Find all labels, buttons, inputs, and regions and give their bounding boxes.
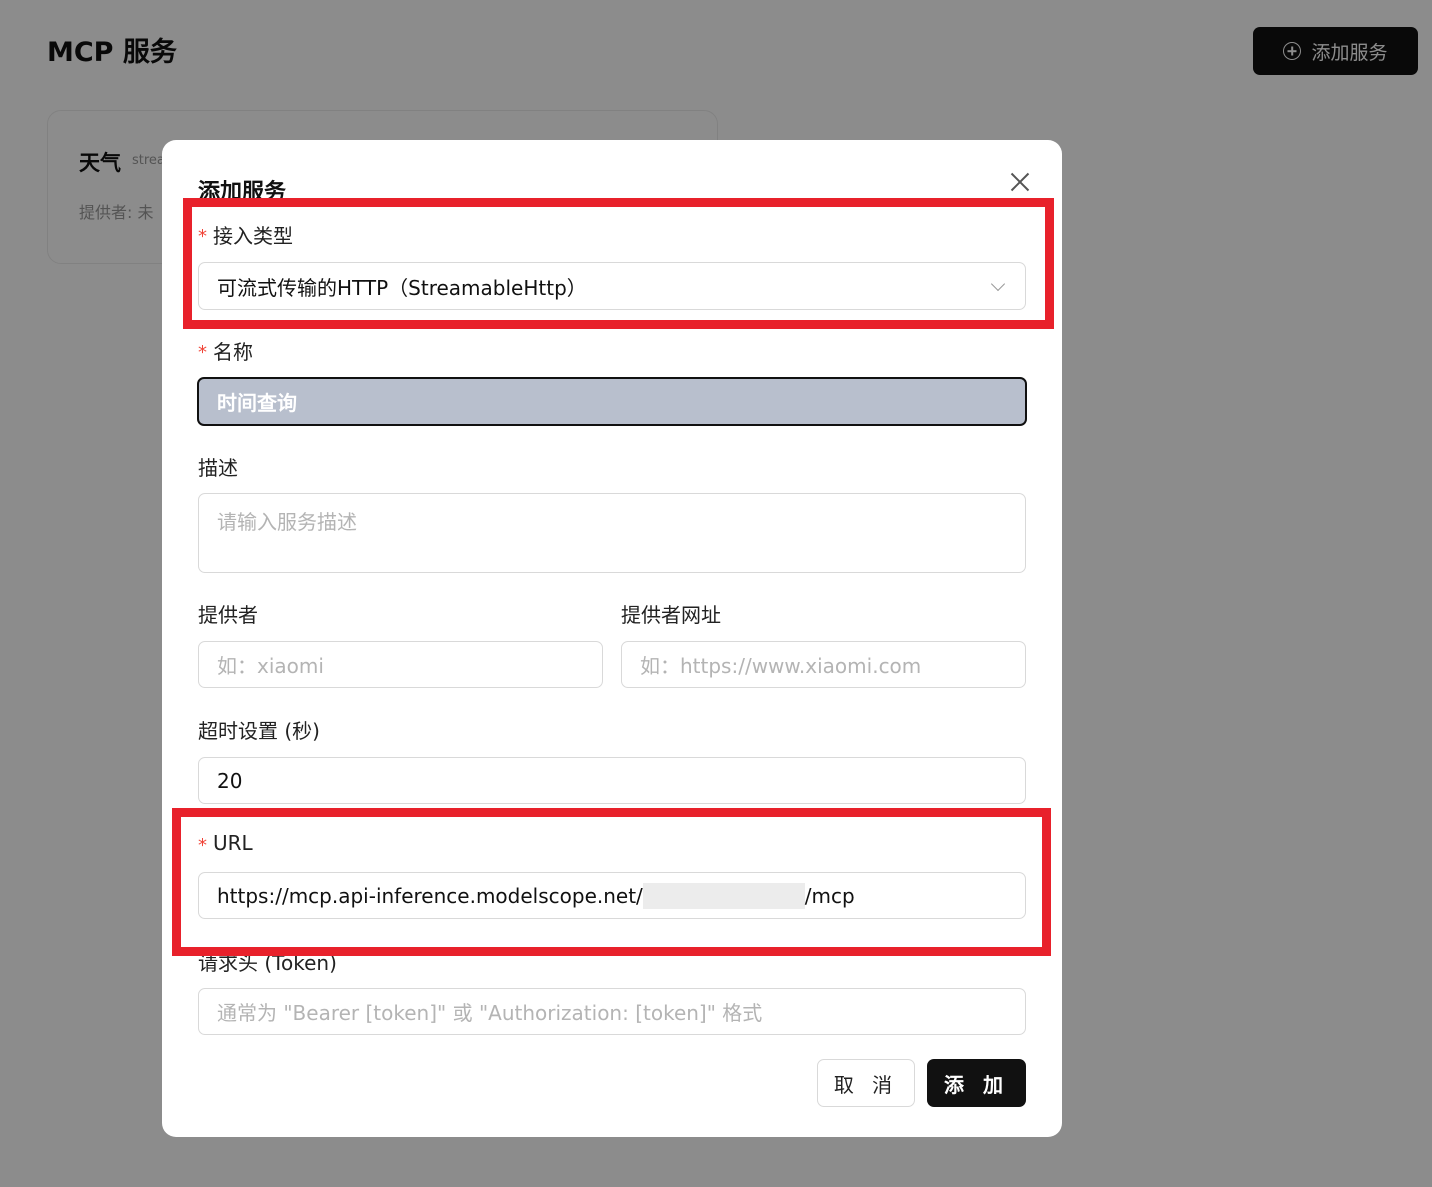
name-field[interactable]: 时间查询 — [197, 377, 1027, 426]
highlight-box-access-type — [183, 198, 1054, 329]
name-value: 时间查询 — [217, 391, 297, 415]
token-placeholder: 通常为 "Bearer [token]" 或 "Authorization: [… — [217, 1001, 763, 1025]
required-mark: * — [198, 342, 207, 363]
token-field[interactable]: 通常为 "Bearer [token]" 或 "Authorization: [… — [198, 988, 1026, 1035]
description-textarea[interactable]: 请输入服务描述 — [198, 493, 1026, 573]
close-icon[interactable] — [1008, 170, 1032, 194]
provider-label: 提供者 — [198, 603, 258, 627]
provider-placeholder: 如：xiaomi — [217, 654, 324, 678]
provider-url-label: 提供者网址 — [621, 603, 721, 627]
page-root: MCP 服务 添加服务 天气 strea 提供者: 未 添加服务 * 接入类型 … — [0, 0, 1432, 1187]
provider-url-field[interactable]: 如：https://www.xiaomi.com — [621, 641, 1026, 688]
name-label: * 名称 — [198, 336, 253, 365]
timeout-label: 超时设置 (秒) — [198, 719, 320, 743]
name-label-text: 名称 — [213, 340, 253, 364]
timeout-value: 20 — [217, 768, 243, 793]
highlight-box-url — [172, 808, 1051, 956]
provider-url-placeholder: 如：https://www.xiaomi.com — [640, 654, 922, 678]
cancel-button[interactable]: 取 消 — [817, 1059, 915, 1107]
description-placeholder: 请输入服务描述 — [217, 510, 357, 534]
provider-field[interactable]: 如：xiaomi — [198, 641, 603, 688]
timeout-field[interactable]: 20 — [198, 757, 1026, 804]
submit-button[interactable]: 添 加 — [927, 1059, 1026, 1107]
description-label: 描述 — [198, 456, 238, 480]
